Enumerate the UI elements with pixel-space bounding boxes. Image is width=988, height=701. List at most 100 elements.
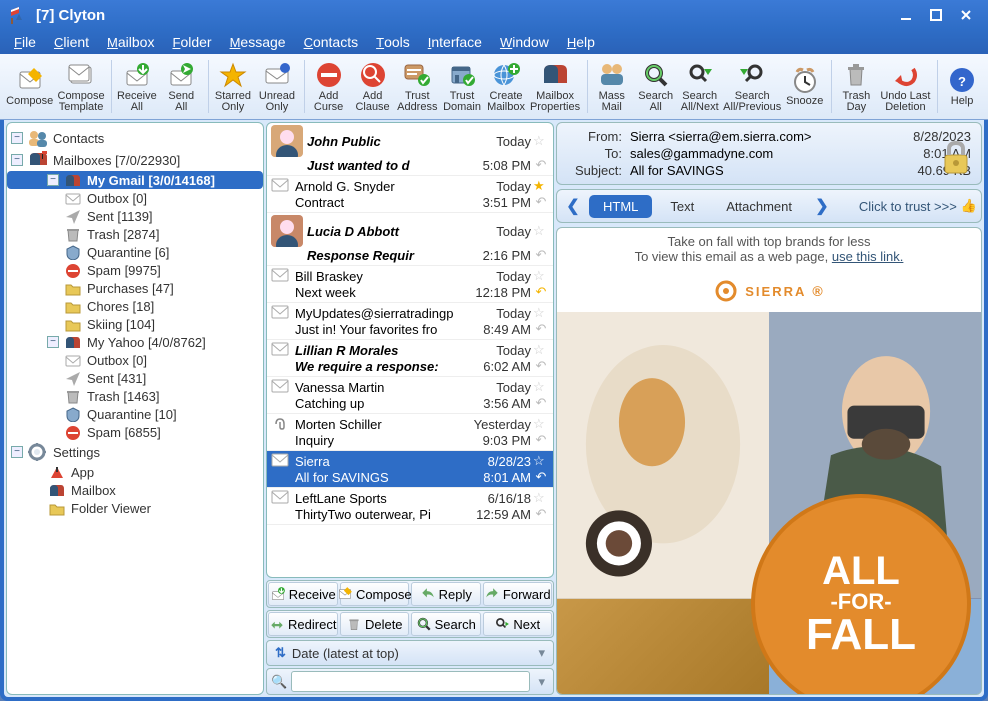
menu-file[interactable]: File (6, 32, 44, 52)
message-body[interactable]: Take on fall with top brands for less To… (556, 227, 982, 695)
collapse-icon[interactable]: − (47, 336, 59, 348)
menu-client[interactable]: Client (46, 32, 97, 52)
list-btn-redirect[interactable]: Redirect (268, 612, 338, 636)
close-button[interactable] (952, 4, 980, 26)
tree-account[interactable]: −My Gmail [3/0/14168] (7, 171, 263, 189)
toolbar-create-mb[interactable]: Create Mailbox (484, 56, 528, 117)
tab-html[interactable]: HTML (589, 195, 652, 218)
message-row[interactable]: John PublicToday☆Just wanted to d5:08 PM… (267, 123, 553, 176)
toolbar-send[interactable]: Send All (159, 56, 203, 117)
menu-mailbox[interactable]: Mailbox (99, 32, 162, 52)
collapse-icon[interactable]: − (11, 446, 23, 458)
menu-window[interactable]: Window (492, 32, 557, 52)
collapse-icon[interactable]: − (11, 154, 23, 166)
tree-folder[interactable]: Spam [9975] (7, 261, 263, 279)
star-icon[interactable]: ☆ (533, 490, 549, 506)
tree-folder[interactable]: Quarantine [10] (7, 405, 263, 423)
tree-folder[interactable]: Outbox [0] (7, 351, 263, 369)
toolbar-trust-addr[interactable]: Trust Address (395, 56, 440, 117)
star-icon[interactable]: ★ (533, 178, 549, 194)
toolbar-receive[interactable]: Receive All (114, 56, 159, 117)
collapse-icon[interactable]: − (47, 174, 59, 186)
message-row[interactable]: Sierra8/28/23☆All for SAVINGS8:01 AM↶ (267, 451, 553, 488)
collapse-icon[interactable]: − (11, 132, 23, 144)
message-row[interactable]: Morten SchillerYesterday☆Inquiry9:03 PM↶ (267, 414, 553, 451)
maximize-button[interactable] (922, 4, 950, 26)
tree-folder[interactable]: Sent [431] (7, 369, 263, 387)
menu-message[interactable]: Message (222, 32, 294, 52)
star-icon[interactable]: ☆ (533, 416, 549, 432)
tree-contacts[interactable]: − Contacts (7, 127, 263, 149)
toolbar-undo[interactable]: Undo Last Deletion (878, 56, 932, 117)
toolbar-search-prev[interactable]: Search All/Previous (722, 56, 783, 117)
tree-account[interactable]: −My Yahoo [4/0/8762] (7, 333, 263, 351)
star-icon[interactable]: ☆ (533, 379, 549, 395)
message-row[interactable]: Arnold G. SnyderToday★Contract3:51 PM↶ (267, 176, 553, 213)
toolbar-help[interactable]: ?Help (940, 56, 984, 117)
message-row[interactable]: Lucia D AbbottToday☆Response Requir2:16 … (267, 213, 553, 266)
tree-settings[interactable]: − Settings (7, 441, 263, 463)
list-btn-reply[interactable]: Reply (411, 582, 481, 606)
list-btn-next[interactable]: Next (483, 612, 553, 636)
menu-folder[interactable]: Folder (164, 32, 219, 52)
message-row[interactable]: Bill BraskeyToday☆Next week12:18 PM↶ (267, 266, 553, 303)
toolbar-compose[interactable]: Compose (4, 56, 55, 117)
next-arrow[interactable]: ❯ (810, 194, 834, 218)
toolbar-clause[interactable]: Add Clause (351, 56, 395, 117)
list-btn-search[interactable]: Search (411, 612, 481, 636)
menu-help[interactable]: Help (559, 32, 603, 52)
prev-arrow[interactable]: ❮ (561, 194, 585, 218)
star-icon[interactable]: ☆ (533, 133, 549, 149)
star-icon[interactable]: ☆ (533, 342, 549, 358)
dropdown-icon[interactable]: ▾ (534, 674, 549, 690)
tab-attachment[interactable]: Attachment (712, 195, 806, 218)
list-btn-receive[interactable]: Receive (268, 582, 338, 606)
list-btn-forward[interactable]: Forward (483, 582, 553, 606)
minimize-button[interactable] (892, 4, 920, 26)
tree-folder[interactable]: Purchases [47] (7, 279, 263, 297)
message-row[interactable]: LeftLane Sports6/16/18☆ThirtyTwo outerwe… (267, 488, 553, 525)
tree-folder[interactable]: Chores [18] (7, 297, 263, 315)
toolbar-trash-day[interactable]: Trash Day (834, 56, 878, 117)
message-row[interactable]: MyUpdates@sierratradingpToday☆Just in! Y… (267, 303, 553, 340)
toolbar-search-next[interactable]: Search All/Next (678, 56, 722, 117)
message-list[interactable]: John PublicToday☆Just wanted to d5:08 PM… (266, 122, 554, 578)
toolbar-star[interactable]: Starred Only (211, 56, 255, 117)
view-web-link[interactable]: use this link. (832, 249, 904, 264)
menu-interface[interactable]: Interface (420, 32, 490, 52)
sort-bar[interactable]: ⇅ Date (latest at top) ▾ (266, 640, 554, 666)
toolbar-trust-dom[interactable]: Trust Domain (440, 56, 484, 117)
toolbar-mass[interactable]: Mass Mail (590, 56, 634, 117)
tree-folder[interactable]: Outbox [0] (7, 189, 263, 207)
tree-settings-item[interactable]: App (7, 463, 263, 481)
star-icon[interactable]: ☆ (533, 268, 549, 284)
toolbar-search[interactable]: Search All (634, 56, 678, 117)
tree-mailboxes[interactable]: − Mailboxes [7/0/22930] (7, 149, 263, 171)
tree-settings-item[interactable]: Mailbox (7, 481, 263, 499)
menu-tools[interactable]: Tools (368, 32, 418, 52)
tab-text[interactable]: Text (656, 195, 708, 218)
star-icon[interactable]: ☆ (533, 453, 549, 469)
tree-folder[interactable]: Trash [2874] (7, 225, 263, 243)
tree-folder[interactable]: Spam [6855] (7, 423, 263, 441)
star-icon[interactable]: ☆ (533, 305, 549, 321)
menu-contacts[interactable]: Contacts (296, 32, 367, 52)
list-btn-compose[interactable]: Compose (340, 582, 410, 606)
list-btn-delete[interactable]: Delete (340, 612, 410, 636)
message-row[interactable]: Vanessa MartinToday☆Catching up3:56 AM↶ (267, 377, 553, 414)
toolbar-curse[interactable]: Add Curse (307, 56, 351, 117)
toolbar-template[interactable]: Compose Template (55, 56, 106, 117)
nav-tree[interactable]: − Contacts − Mailboxes [7/0/22930] −My G… (6, 122, 264, 695)
toolbar-snooze[interactable]: Snooze (783, 56, 827, 117)
toolbar-mb-props[interactable]: Mailbox Properties (528, 56, 582, 117)
trust-link[interactable]: Click to trust >>>👍 (859, 198, 977, 214)
search-input[interactable] (291, 671, 530, 692)
tree-folder[interactable]: Sent [1139] (7, 207, 263, 225)
message-row[interactable]: Lillian R MoralesToday☆We require a resp… (267, 340, 553, 377)
dropdown-icon[interactable]: ▾ (538, 645, 545, 661)
tree-folder[interactable]: Trash [1463] (7, 387, 263, 405)
tree-folder[interactable]: Quarantine [6] (7, 243, 263, 261)
toolbar-unread[interactable]: Unread Only (255, 56, 299, 117)
tree-folder[interactable]: Skiing [104] (7, 315, 263, 333)
tree-settings-item[interactable]: Folder Viewer (7, 499, 263, 517)
